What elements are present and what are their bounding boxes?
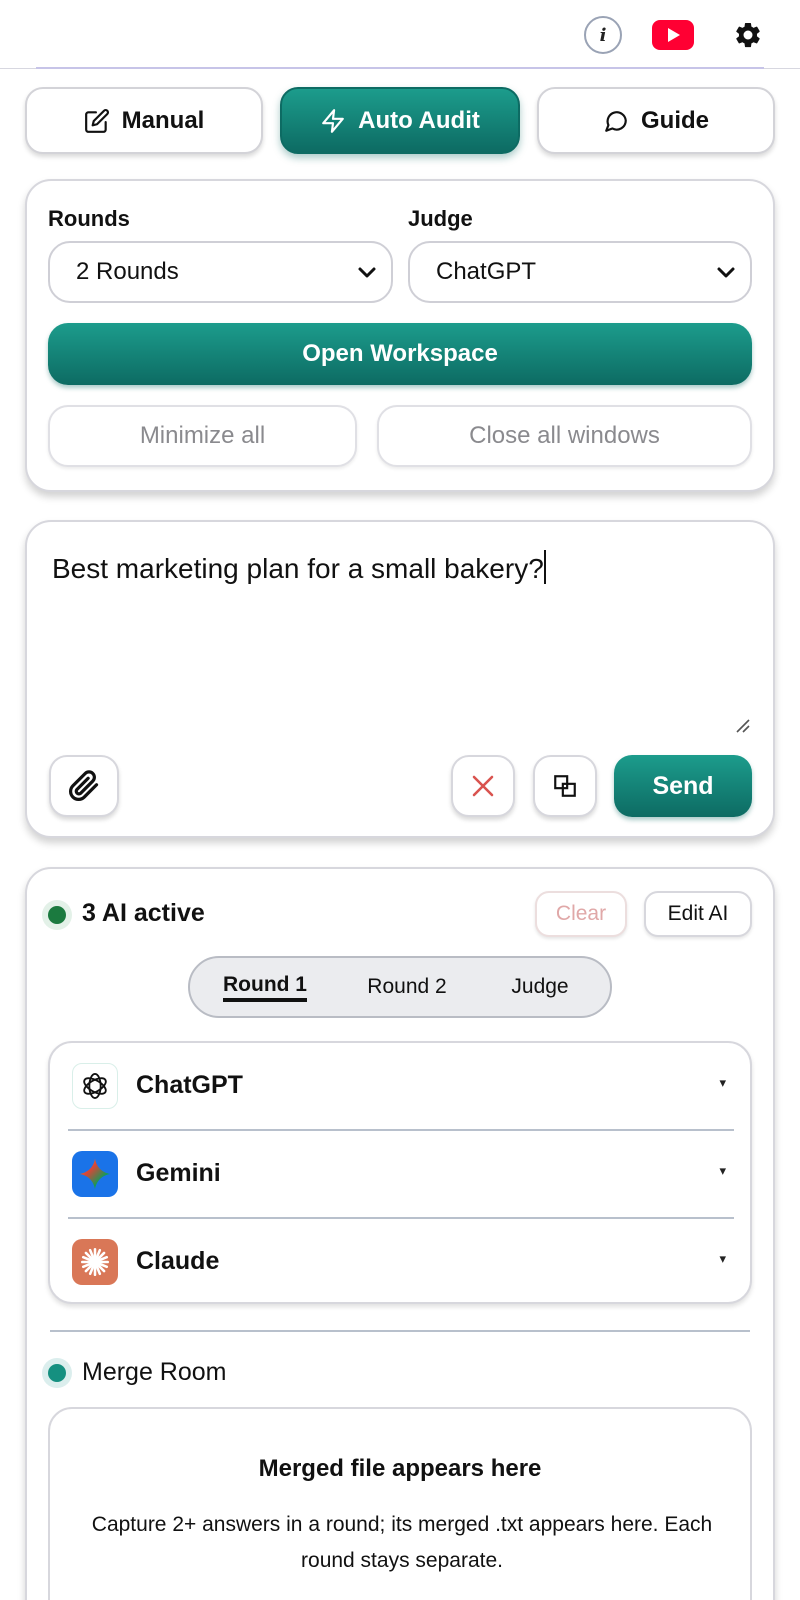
status-dot <box>42 900 72 930</box>
judge-select[interactable]: ChatGPT <box>408 241 752 303</box>
manual-mode-label: Manual <box>121 106 205 134</box>
text-caret <box>543 550 546 584</box>
ai-row-chatgpt[interactable]: ChatGPT ▾ <box>68 1043 734 1129</box>
youtube-icon[interactable] <box>652 20 694 50</box>
clear-button[interactable]: Clear <box>535 891 627 937</box>
merge-box-title: Merged file appears here <box>258 1455 542 1482</box>
manual-mode-button[interactable]: Manual <box>25 87 263 154</box>
ai-list: ChatGPT ▾ Gemini ▾ Claude ▾ <box>48 1041 752 1304</box>
expand-arrow-icon[interactable]: ▾ <box>719 1163 726 1179</box>
guide-mode-label: Guide <box>640 106 709 134</box>
auto-audit-mode-button[interactable]: Auto Audit <box>280 87 520 154</box>
rounds-label: Rounds <box>48 206 130 231</box>
tab-round-1-label: Round 1 <box>223 973 307 1002</box>
guide-mode-button[interactable]: Guide <box>537 87 775 154</box>
auto-audit-mode-label: Auto Audit <box>358 106 480 134</box>
judge-select-value: ChatGPT <box>436 258 537 285</box>
chatgpt-logo-icon <box>72 1063 118 1109</box>
lightning-icon <box>322 108 344 133</box>
merge-dropzone: Merged file appears here Capture 2+ answ… <box>48 1407 752 1600</box>
send-button[interactable]: Send <box>614 755 752 817</box>
merge-box-description: Capture 2+ answers in a round; its merge… <box>91 1513 713 1572</box>
chat-bubble-icon <box>605 110 627 132</box>
tab-round-2[interactable]: Round 2 <box>350 958 464 1016</box>
copy-button[interactable] <box>533 755 597 817</box>
clear-input-button[interactable] <box>451 755 515 817</box>
chevron-down-icon <box>358 267 376 278</box>
top-bar: i <box>0 0 800 68</box>
copy-icon <box>554 775 576 797</box>
gemini-logo-icon <box>72 1151 118 1197</box>
expand-arrow-icon[interactable]: ▾ <box>719 1251 726 1267</box>
close-all-windows-button[interactable]: Close all windows <box>377 405 752 467</box>
ai-name: Gemini <box>136 1159 221 1187</box>
merge-room-title: Merge Room <box>82 1358 227 1386</box>
close-icon <box>472 775 494 797</box>
rounds-select-value: 2 Rounds <box>76 258 179 285</box>
judge-label: Judge <box>408 206 473 231</box>
header-accent-line <box>36 67 764 69</box>
tab-judge-label: Judge <box>511 975 569 998</box>
edit-icon <box>84 108 109 133</box>
merge-divider <box>50 1330 750 1332</box>
tab-round-1[interactable]: Round 1 <box>208 958 322 1016</box>
open-workspace-button[interactable]: Open Workspace <box>48 323 752 385</box>
ai-row-claude[interactable]: Claude ▾ <box>68 1219 734 1305</box>
ai-name: ChatGPT <box>136 1071 243 1099</box>
info-icon[interactable]: i <box>584 16 622 54</box>
rounds-select[interactable]: 2 Rounds <box>48 241 393 303</box>
tab-judge[interactable]: Judge <box>490 958 590 1016</box>
paperclip-icon <box>69 770 99 801</box>
prompt-input[interactable]: Best marketing plan for a small bakery? <box>52 550 546 585</box>
claude-logo-icon <box>72 1239 118 1285</box>
edit-ai-button[interactable]: Edit AI <box>644 891 752 937</box>
ai-row-gemini[interactable]: Gemini ▾ <box>68 1131 734 1217</box>
attach-button[interactable] <box>49 755 119 817</box>
gear-icon[interactable] <box>730 17 766 53</box>
active-ai-count: 3 AI active <box>82 899 205 927</box>
tab-round-2-label: Round 2 <box>367 975 447 998</box>
prompt-text: Best marketing plan for a small bakery? <box>52 553 544 584</box>
ai-name: Claude <box>136 1247 220 1275</box>
chevron-down-icon <box>717 267 735 278</box>
expand-arrow-icon[interactable]: ▾ <box>719 1075 726 1091</box>
round-tabs: Round 1 Round 2 Judge <box>188 956 612 1018</box>
minimize-all-button[interactable]: Minimize all <box>48 405 357 467</box>
merge-status-dot <box>42 1358 72 1388</box>
resize-grip-icon[interactable] <box>733 716 751 734</box>
